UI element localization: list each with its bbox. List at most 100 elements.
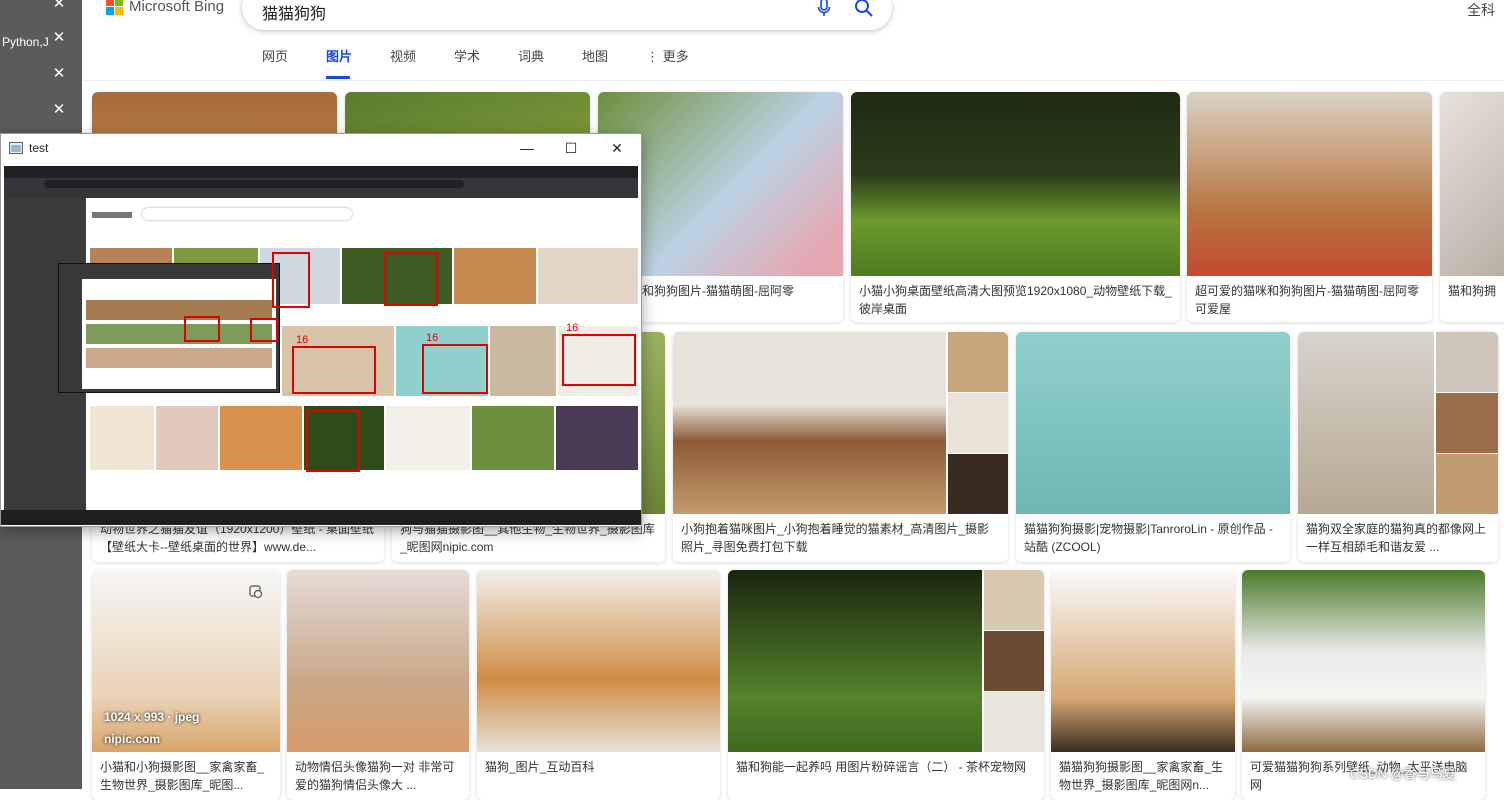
logo-text: Microsoft Bing xyxy=(129,0,225,15)
captured-url-field xyxy=(44,180,464,188)
close-icon[interactable]: ✕ xyxy=(52,0,66,11)
captured-taskbar xyxy=(1,510,641,525)
captured-logo xyxy=(92,212,132,218)
detection-box: 16 xyxy=(292,334,376,394)
image-source-label[interactable]: nipic.com xyxy=(104,732,160,746)
result-caption[interactable]: 小猫小狗桌面壁纸高清大图预览1920x1080_动物壁纸下载_彼岸桌面 xyxy=(859,282,1172,318)
close-icon[interactable]: ✕ xyxy=(52,102,66,117)
result-thumbnail-small[interactable] xyxy=(948,454,1008,514)
captured-screen: 16 16 16 xyxy=(4,166,638,524)
tab-academic[interactable]: 学术 xyxy=(454,46,518,78)
result-thumbnail[interactable] xyxy=(1242,570,1485,752)
result-caption[interactable]: 小狗抱着猫咪图片_小狗抱着睡觉的猫素材_高清图片_摄影照片_寻图免费打包下载 xyxy=(681,520,1000,556)
image-result[interactable]: 猫猫狗狗摄影图__家禽家畜_生物世界_摄影图库_昵图网n... xyxy=(1051,570,1235,800)
captured-thumb xyxy=(220,406,302,470)
captured-thumb xyxy=(538,248,638,304)
side-tab-4[interactable]: ✕ xyxy=(0,100,82,130)
detection-box: 16 xyxy=(422,332,488,394)
window-title: test xyxy=(29,141,49,155)
image-result[interactable]: 猫和狗能一起养吗 用图片粉碎谣言（二） - 茶杯宠物网 xyxy=(728,570,1044,800)
detection-box: 16 xyxy=(562,322,636,386)
tab-videos[interactable]: 视频 xyxy=(390,46,454,78)
result-thumbnail[interactable] xyxy=(728,570,982,752)
close-icon[interactable]: ✕ xyxy=(603,138,631,158)
result-caption[interactable]: 猫狗_图片_互动百科 xyxy=(485,758,712,776)
image-result[interactable]: 小猫小狗桌面壁纸高清大图预览1920x1080_动物壁纸下载_彼岸桌面 xyxy=(851,92,1180,322)
result-caption[interactable]: 猫猫狗狗摄影|宠物摄影|TanroroLin - 原创作品 - 站酷 (ZCOO… xyxy=(1024,520,1282,556)
result-thumbnail-small[interactable] xyxy=(1436,332,1498,392)
side-tab-2[interactable]: Python,J ✕ xyxy=(0,28,82,58)
result-thumbnail[interactable] xyxy=(673,332,946,514)
test-window[interactable]: test — ☐ ✕ 16 16 16 xyxy=(0,133,642,527)
result-thumbnail[interactable] xyxy=(1051,570,1235,752)
search-header: Microsoft Bing 猫猫狗狗 全科 网页 图片 视频 学术 词典 地图… xyxy=(82,0,1504,81)
image-result[interactable]: 动物情侣头像猫狗一对 非常可爱的猫狗情侣头像大 ... xyxy=(287,570,469,800)
detection-label: 16 xyxy=(426,332,439,344)
search-icon[interactable] xyxy=(854,0,874,18)
app-icon xyxy=(9,142,23,154)
maximize-icon[interactable]: ☐ xyxy=(557,138,585,158)
captured-bookmarks xyxy=(4,190,638,198)
result-caption[interactable]: 猫和狗能一起养吗 用图片粉碎谣言（二） - 茶杯宠物网 xyxy=(736,758,1036,776)
result-caption[interactable]: 猫狗双全家庭的猫狗真的都像网上一样互相舔毛和谐友爱 ... xyxy=(1306,520,1490,556)
image-size-label: 1024 x 993 · jpeg xyxy=(104,710,200,724)
side-tab-1[interactable]: ✕ xyxy=(0,0,82,24)
minimize-icon[interactable]: — xyxy=(513,138,541,158)
vertical-tabs: 网页 图片 视频 学术 词典 地图 ⋮ 更多 xyxy=(262,46,689,79)
captured-thumb xyxy=(90,406,154,470)
visual-search-icon[interactable] xyxy=(248,584,264,600)
nested-thumb-row xyxy=(86,300,272,320)
detection-box xyxy=(306,410,360,472)
result-thumbnail[interactable] xyxy=(1187,92,1432,276)
image-result[interactable]: 超可爱的猫咪和狗狗图片-猫猫萌图-屈阿零可爱屋 xyxy=(1187,92,1432,322)
bing-logo[interactable]: Microsoft Bing xyxy=(106,0,224,15)
result-thumbnail[interactable] xyxy=(1298,332,1434,514)
tab-web[interactable]: 网页 xyxy=(262,46,326,78)
result-thumbnail-small[interactable] xyxy=(948,393,1008,453)
result-thumbnail[interactable] xyxy=(1016,332,1290,514)
result-thumbnail[interactable] xyxy=(1440,92,1504,276)
close-icon[interactable]: ✕ xyxy=(52,66,66,81)
image-result[interactable]: 小狗抱着猫咪图片_小狗抱着睡觉的猫素材_高清图片_摄影照片_寻图免费打包下载 xyxy=(673,332,1008,562)
more-menu[interactable]: ⋮ 更多 xyxy=(646,46,689,78)
result-thumbnail[interactable] xyxy=(851,92,1180,276)
close-icon[interactable]: ✕ xyxy=(52,30,66,45)
detection-label: 16 xyxy=(296,334,309,346)
captured-thumb xyxy=(490,326,556,396)
result-thumbnail[interactable] xyxy=(287,570,469,752)
result-thumbnail-small[interactable] xyxy=(1436,393,1498,453)
result-thumbnail[interactable] xyxy=(477,570,720,752)
image-result[interactable]: 猫和狗拥 xyxy=(1440,92,1504,322)
detection-box xyxy=(384,252,438,306)
result-thumbnail-small[interactable] xyxy=(984,570,1044,630)
captured-thumb xyxy=(556,406,638,470)
image-result[interactable]: 1024 x 993 · jpeg nipic.com 小猫和小狗摄影图__家禽… xyxy=(92,570,280,800)
result-thumbnail-small[interactable] xyxy=(984,631,1044,691)
result-caption[interactable]: 超可爱的猫咪和狗狗图片-猫猫萌图-屈阿零可爱屋 xyxy=(1195,282,1424,318)
image-result[interactable]: 猫狗双全家庭的猫狗真的都像网上一样互相舔毛和谐友爱 ... xyxy=(1298,332,1498,562)
watermark: CSDN @香与鸟夏 xyxy=(1350,766,1456,781)
detection-box xyxy=(250,318,278,342)
search-box[interactable]: 猫猫狗狗 xyxy=(242,0,892,30)
account-label[interactable]: 全科 xyxy=(1467,0,1495,20)
image-result[interactable]: 猫狗_图片_互动百科 xyxy=(477,570,720,800)
detection-label: 16 xyxy=(566,322,579,334)
tab-images[interactable]: 图片 xyxy=(326,46,390,79)
captured-thumb xyxy=(386,406,470,470)
microsoft-logo-icon xyxy=(106,0,123,15)
captured-thumb xyxy=(156,406,218,470)
result-thumbnail-small[interactable] xyxy=(1436,454,1498,514)
result-caption[interactable]: 猫和狗拥 xyxy=(1448,282,1502,300)
side-tab-3[interactable]: ✕ xyxy=(0,64,82,94)
image-result[interactable]: 猫猫狗狗摄影|宠物摄影|TanroroLin - 原创作品 - 站酷 (ZCOO… xyxy=(1016,332,1290,562)
tab-dictionary[interactable]: 词典 xyxy=(518,46,582,78)
window-titlebar[interactable]: test — ☐ ✕ xyxy=(1,134,641,162)
captured-thumb xyxy=(454,248,536,304)
result-thumbnail-small[interactable] xyxy=(984,692,1044,752)
search-input[interactable]: 猫猫狗狗 xyxy=(262,0,326,24)
captured-tabbar xyxy=(4,166,638,178)
microphone-icon[interactable] xyxy=(817,0,831,18)
captured-searchbox xyxy=(142,208,352,220)
result-thumbnail-small[interactable] xyxy=(948,332,1008,392)
tab-maps[interactable]: 地图 xyxy=(582,46,646,78)
